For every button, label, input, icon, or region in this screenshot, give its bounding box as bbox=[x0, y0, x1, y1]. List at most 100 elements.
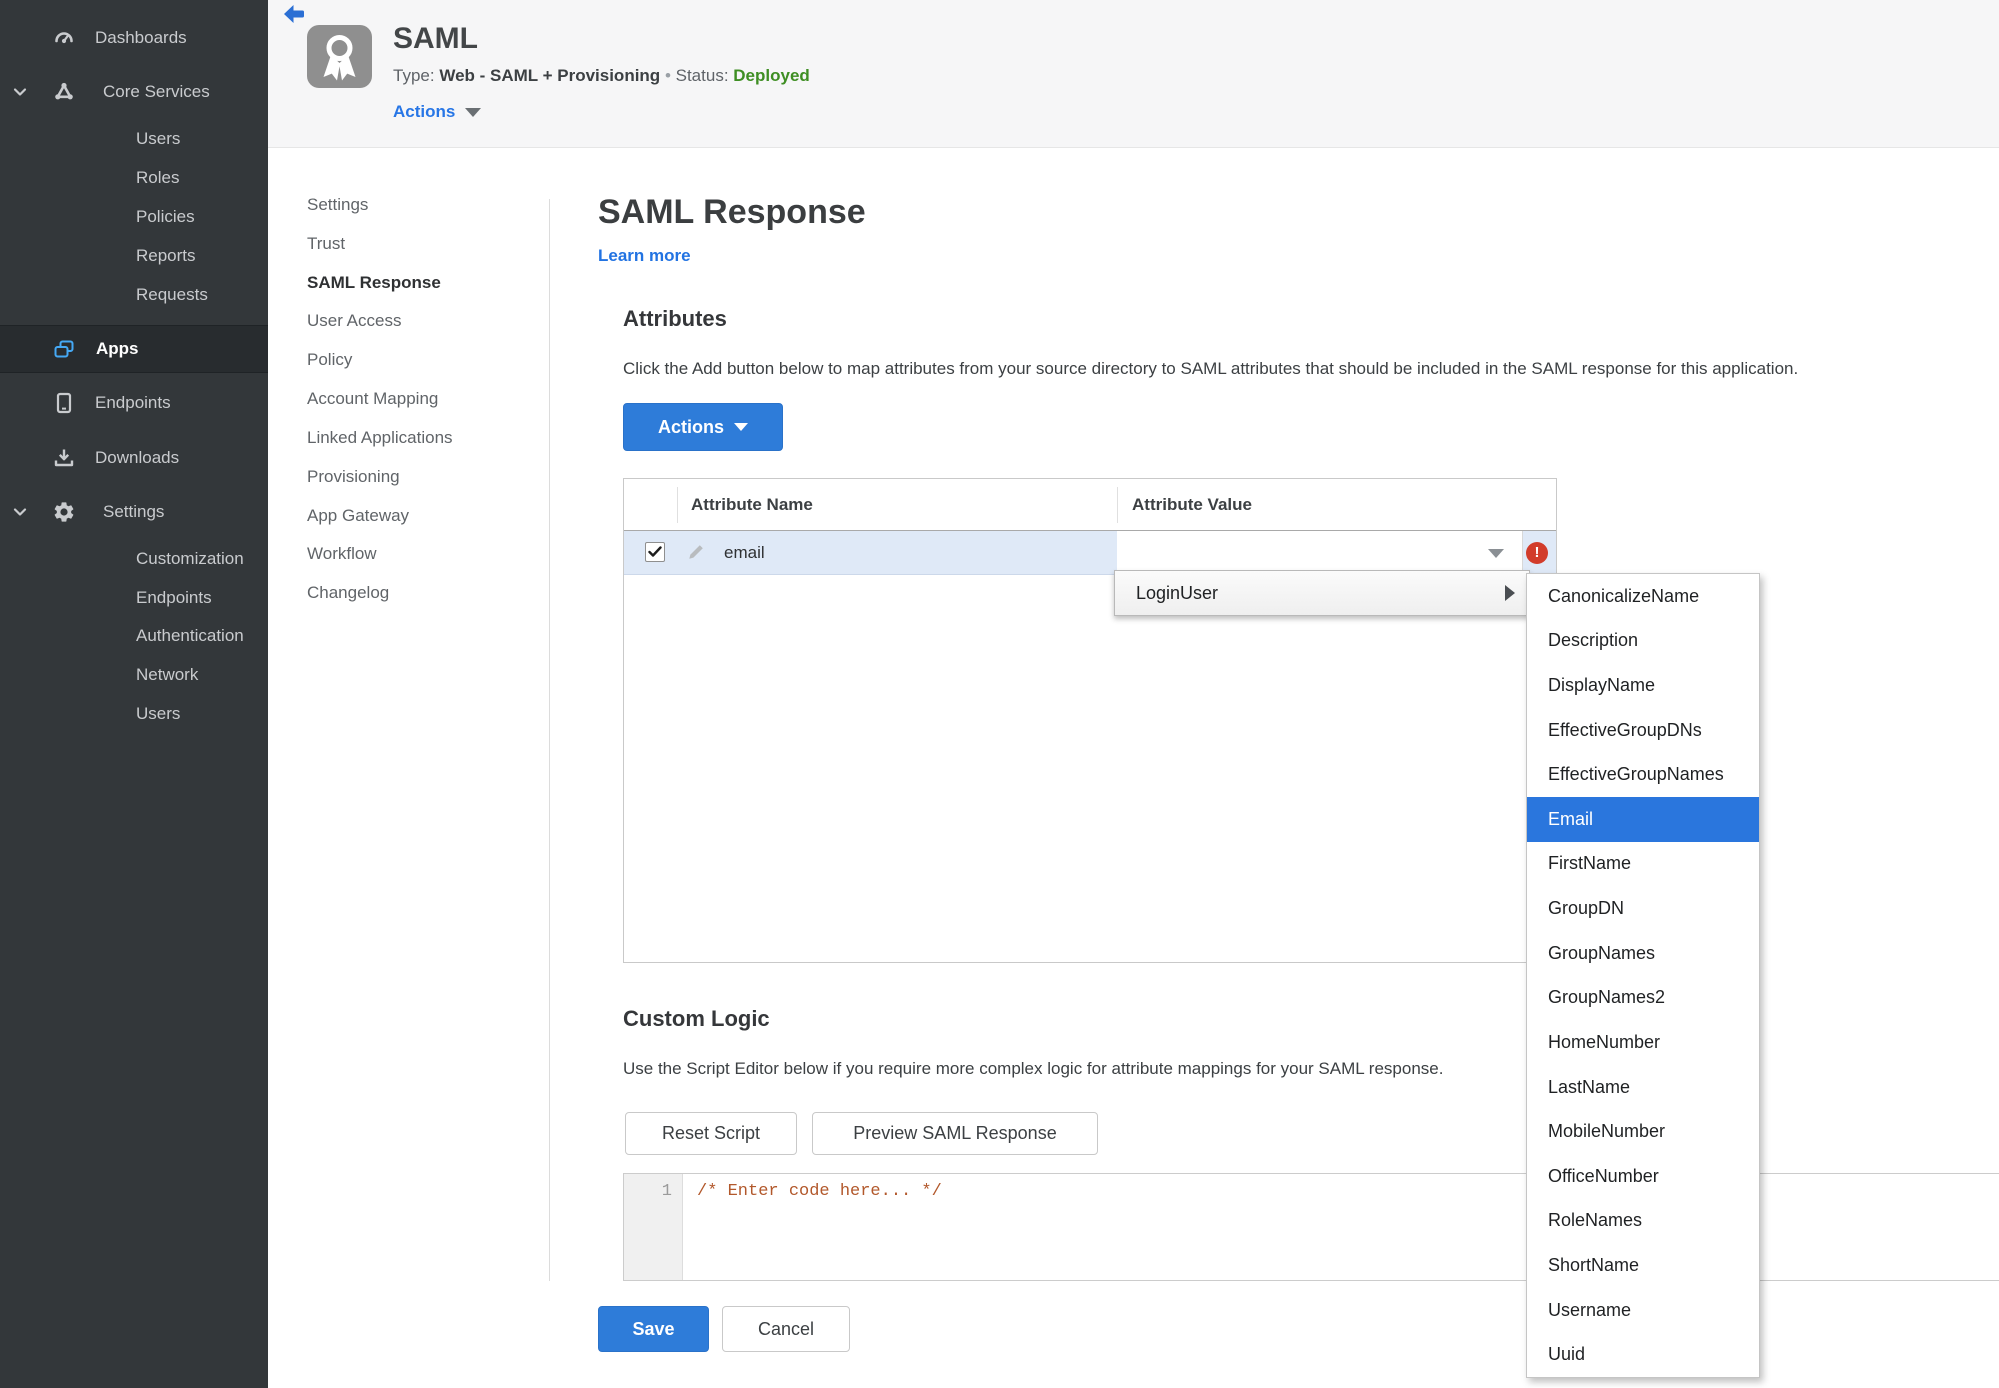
header-actions-label: Actions bbox=[393, 102, 456, 121]
column-header-attribute-name: Attribute Name bbox=[691, 495, 813, 514]
status-badge: Deployed bbox=[733, 66, 810, 85]
tab-provisioning[interactable]: Provisioning bbox=[307, 458, 400, 496]
sidebar-item-label: Endpoints bbox=[136, 588, 212, 607]
sidebar-item-policies[interactable]: Policies bbox=[0, 198, 268, 236]
error-icon: ! bbox=[1526, 542, 1548, 564]
meta-separator: • bbox=[664, 66, 671, 85]
saml-app-icon bbox=[307, 25, 372, 88]
preview-saml-response-label: Preview SAML Response bbox=[853, 1123, 1057, 1143]
sidebar-item-label: Apps bbox=[96, 339, 139, 358]
submenu-item-shortname[interactable]: ShortName bbox=[1527, 1243, 1759, 1288]
sidebar-item-label: Requests bbox=[136, 285, 208, 304]
sidebar-item-users[interactable]: Users bbox=[0, 120, 268, 158]
sidebar-item-label: Endpoints bbox=[95, 393, 171, 412]
submenu-item-mobilenumber[interactable]: MobileNumber bbox=[1527, 1109, 1759, 1154]
tab-workflow[interactable]: Workflow bbox=[307, 535, 377, 573]
script-editor[interactable]: 1 /* Enter code here... */ bbox=[623, 1173, 1999, 1281]
sidebar-item-settings-users[interactable]: Users bbox=[0, 695, 268, 733]
submenu-item-rolenames[interactable]: RoleNames bbox=[1527, 1199, 1759, 1244]
header-actions-menu[interactable]: Actions bbox=[393, 102, 482, 122]
submenu-item-officenumber[interactable]: OfficeNumber bbox=[1527, 1154, 1759, 1199]
sidebar-item-network[interactable]: Network bbox=[0, 656, 268, 694]
type-value: Web - SAML + Provisioning bbox=[439, 66, 661, 85]
sidebar-item-label: Policies bbox=[136, 207, 195, 226]
submenu-item-homenumber[interactable]: HomeNumber bbox=[1527, 1020, 1759, 1065]
tab-settings[interactable]: Settings bbox=[307, 186, 368, 224]
status-label: Status: bbox=[675, 66, 729, 85]
menu-item-loginuser[interactable]: LoginUser bbox=[1114, 570, 1530, 616]
tab-policy[interactable]: Policy bbox=[307, 341, 352, 379]
sidebar-item-label: Core Services bbox=[103, 82, 210, 101]
submenu-item-displayname[interactable]: DisplayName bbox=[1527, 663, 1759, 708]
sidebar-item-reports[interactable]: Reports bbox=[0, 237, 268, 275]
checkmark-icon bbox=[648, 546, 662, 557]
sidebar-item-label: Authentication bbox=[136, 626, 244, 645]
table-header-row: Attribute Name Attribute Value bbox=[624, 479, 1556, 531]
save-label: Save bbox=[632, 1318, 675, 1339]
attributes-actions-button[interactable]: Actions bbox=[623, 403, 783, 451]
chevron-down-icon bbox=[13, 508, 27, 516]
learn-more-link[interactable]: Learn more bbox=[598, 246, 691, 266]
sidebar-item-downloads[interactable]: Downloads bbox=[0, 439, 268, 477]
tab-linked-applications[interactable]: Linked Applications bbox=[307, 419, 453, 457]
sidebar: Dashboards Core Services Users Roles Pol… bbox=[0, 0, 268, 1388]
table-row[interactable]: email ! bbox=[624, 531, 1556, 575]
sidebar-item-requests[interactable]: Requests bbox=[0, 276, 268, 314]
submenu-item-canonicalizename[interactable]: CanonicalizeName bbox=[1527, 574, 1759, 619]
tab-account-mapping[interactable]: Account Mapping bbox=[307, 380, 438, 418]
sidebar-item-settings-endpoints[interactable]: Endpoints bbox=[0, 579, 268, 617]
custom-logic-description: Use the Script Editor below if you requi… bbox=[623, 1059, 1444, 1078]
submenu-item-username[interactable]: Username bbox=[1527, 1288, 1759, 1333]
cancel-button[interactable]: Cancel bbox=[722, 1306, 850, 1352]
app-window: Dashboards Core Services Users Roles Pol… bbox=[0, 0, 1999, 1388]
attribute-value-dropdown[interactable] bbox=[1117, 531, 1523, 574]
tab-saml-response[interactable]: SAML Response bbox=[307, 264, 441, 302]
row-checkbox[interactable] bbox=[645, 542, 665, 562]
editor-line-gutter: 1 bbox=[624, 1174, 683, 1280]
reset-script-button[interactable]: Reset Script bbox=[625, 1112, 797, 1155]
gear-icon bbox=[54, 502, 74, 522]
submenu-item-uuid[interactable]: Uuid bbox=[1527, 1332, 1759, 1377]
tab-user-access[interactable]: User Access bbox=[307, 302, 401, 340]
submenu-item-groupnames[interactable]: GroupNames bbox=[1527, 931, 1759, 976]
sidebar-item-core-services[interactable]: Core Services bbox=[0, 73, 268, 111]
download-icon bbox=[54, 449, 74, 467]
submenu-item-description[interactable]: Description bbox=[1527, 619, 1759, 664]
submenu-item-lastname[interactable]: LastName bbox=[1527, 1065, 1759, 1110]
submenu-item-groupdn[interactable]: GroupDN bbox=[1527, 886, 1759, 931]
actions-button-label: Actions bbox=[657, 416, 724, 437]
chevron-right-icon bbox=[1505, 585, 1515, 601]
sidebar-item-label: Downloads bbox=[95, 448, 180, 467]
edit-pencil-icon[interactable] bbox=[686, 542, 706, 562]
tab-trust[interactable]: Trust bbox=[307, 225, 345, 263]
submenu-item-groupnames2[interactable]: GroupNames2 bbox=[1527, 975, 1759, 1020]
cancel-label: Cancel bbox=[757, 1318, 815, 1339]
sidebar-item-settings[interactable]: Settings bbox=[0, 493, 268, 531]
submenu-item-effectivegroupdns[interactable]: EffectiveGroupDNs bbox=[1527, 708, 1759, 753]
editor-code-line[interactable]: /* Enter code here... */ bbox=[697, 1182, 942, 1201]
chevron-down-icon bbox=[13, 88, 27, 96]
core-services-icon bbox=[55, 82, 73, 100]
tablet-icon bbox=[56, 392, 72, 414]
loginuser-label: LoginUser bbox=[1136, 582, 1219, 603]
sidebar-item-authentication[interactable]: Authentication bbox=[0, 617, 268, 655]
sidebar-item-dashboards[interactable]: Dashboards bbox=[0, 19, 268, 57]
sidebar-item-label: Reports bbox=[136, 246, 196, 265]
sidebar-item-roles[interactable]: Roles bbox=[0, 159, 268, 197]
column-header-attribute-value: Attribute Value bbox=[1132, 495, 1252, 514]
column-divider bbox=[1117, 487, 1118, 523]
sidebar-item-endpoints[interactable]: Endpoints bbox=[0, 384, 268, 422]
attribute-value-submenu: CanonicalizeName Description DisplayName… bbox=[1526, 573, 1760, 1378]
chevron-down-icon bbox=[734, 423, 748, 431]
back-arrow-icon[interactable] bbox=[283, 4, 307, 26]
submenu-item-effectivegroupnames[interactable]: EffectiveGroupNames bbox=[1527, 752, 1759, 797]
save-button[interactable]: Save bbox=[598, 1306, 709, 1352]
tab-changelog[interactable]: Changelog bbox=[307, 574, 389, 612]
chevron-down-icon bbox=[465, 107, 482, 117]
submenu-item-email[interactable]: Email bbox=[1527, 797, 1759, 842]
sidebar-item-apps[interactable]: Apps bbox=[0, 325, 268, 373]
sidebar-item-customization[interactable]: Customization bbox=[0, 540, 268, 578]
tab-app-gateway[interactable]: App Gateway bbox=[307, 497, 409, 535]
submenu-item-firstname[interactable]: FirstName bbox=[1527, 842, 1759, 887]
preview-saml-response-button[interactable]: Preview SAML Response bbox=[812, 1112, 1098, 1155]
